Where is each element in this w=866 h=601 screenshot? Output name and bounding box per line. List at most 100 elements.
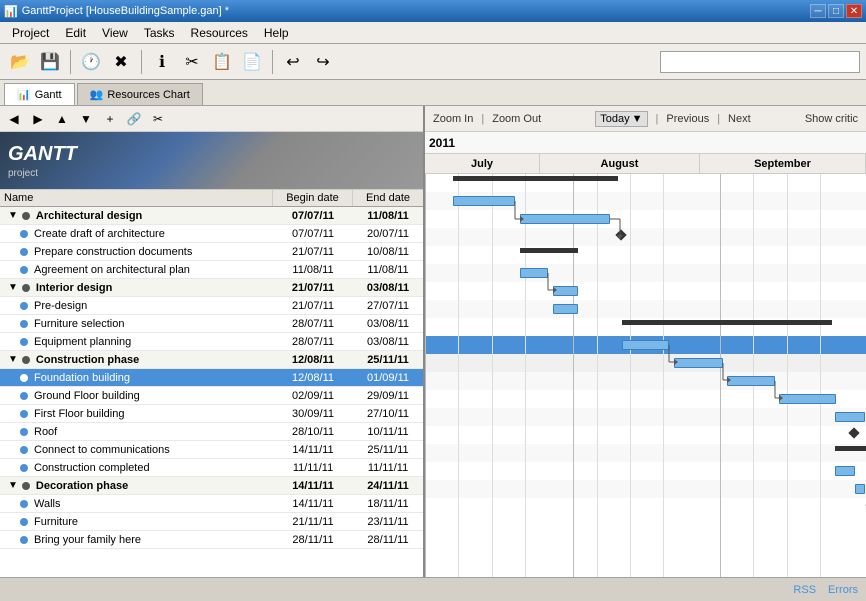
paste-button[interactable]: 📄	[238, 48, 266, 76]
table-row[interactable]: Roof 28/10/11 10/11/11	[0, 423, 423, 441]
table-row[interactable]: Construction completed 11/11/11 11/11/11	[0, 459, 423, 477]
forward-button[interactable]: ▶	[28, 109, 48, 129]
save-button[interactable]: 💾	[36, 48, 64, 76]
toolbar-separator-1	[70, 50, 71, 74]
rss-link[interactable]: RSS	[793, 584, 816, 596]
task-dot	[20, 500, 28, 508]
table-row[interactable]: Pre-design 21/07/11 27/07/11	[0, 297, 423, 315]
down-button[interactable]: ▼	[76, 109, 96, 129]
task-end: 27/10/11	[353, 408, 423, 420]
gantt-sep-1: |	[481, 113, 484, 125]
task-name: First Floor building	[34, 408, 124, 420]
search-input[interactable]	[660, 51, 860, 73]
up-button[interactable]: ▲	[52, 109, 72, 129]
task-name: Connect to communications	[34, 444, 170, 456]
task-dot	[22, 356, 30, 364]
today-dropdown[interactable]: Today ▼	[595, 111, 647, 127]
table-row[interactable]: ▼ Architectural design 07/07/11 11/08/11	[0, 207, 423, 225]
status-bar: RSS Errors	[0, 577, 866, 601]
task-dot	[20, 374, 28, 382]
tabs: 📊 Gantt 👥 Resources Chart	[0, 80, 866, 106]
table-row[interactable]: ▼ Decoration phase 14/11/11 24/11/11	[0, 477, 423, 495]
gantt-year: 2011	[425, 132, 866, 154]
task-end: 25/11/11	[353, 444, 423, 456]
task-end: 03/08/11	[353, 318, 423, 330]
gantt-tab-label: Gantt	[35, 89, 62, 101]
gantt-bar-first-floor	[727, 376, 775, 386]
table-row[interactable]: Ground Floor building 02/09/11 29/09/11	[0, 387, 423, 405]
table-row[interactable]: ▼ Construction phase 12/08/11 25/11/11	[0, 351, 423, 369]
link-button[interactable]: 🔗	[124, 109, 144, 129]
table-row[interactable]: Furniture selection 28/07/11 03/08/11	[0, 315, 423, 333]
task-name: Furniture selection	[34, 318, 125, 330]
table-row[interactable]: Walls 14/11/11 18/11/11	[0, 495, 423, 513]
errors-link[interactable]: Errors	[828, 584, 858, 596]
collapse-icon[interactable]: ▼	[8, 210, 18, 221]
gantt-bar-furniture	[855, 484, 865, 494]
tab-gantt[interactable]: 📊 Gantt	[4, 83, 75, 105]
table-row[interactable]: First Floor building 30/09/11 27/10/11	[0, 405, 423, 423]
tab-resources[interactable]: 👥 Resources Chart	[77, 83, 203, 105]
task-end: 03/08/11	[353, 282, 423, 294]
clock-button[interactable]: 🕐	[77, 48, 105, 76]
table-row[interactable]: Foundation building 12/08/11 01/09/11	[0, 369, 423, 387]
undo-button[interactable]: ↩	[279, 48, 307, 76]
table-row[interactable]: Prepare construction documents 21/07/11 …	[0, 243, 423, 261]
title-bar-controls: ─ □ ✕	[810, 4, 862, 18]
grid-line	[492, 174, 493, 577]
next-button[interactable]: Next	[728, 113, 751, 125]
zoom-out-button[interactable]: Zoom Out	[492, 113, 541, 125]
table-row[interactable]: Create draft of architecture 07/07/11 20…	[0, 225, 423, 243]
delete-button[interactable]: ✖	[107, 48, 135, 76]
task-name: Equipment planning	[34, 336, 131, 348]
open-button[interactable]: 📂	[6, 48, 34, 76]
sub-toolbar: ◀ ▶ ▲ ▼ + 🔗 ✂	[0, 106, 423, 132]
month-july: July	[425, 154, 540, 173]
menu-item-view[interactable]: View	[94, 24, 136, 42]
task-begin: 21/11/11	[273, 516, 353, 528]
show-critical-button[interactable]: Show critic	[805, 113, 858, 125]
task-begin: 28/07/11	[273, 336, 353, 348]
year-label: 2011	[429, 136, 455, 150]
table-row[interactable]: Equipment planning 28/07/11 03/08/11	[0, 333, 423, 351]
title-bar: 📊 GanttProject [HouseBuildingSample.gan]…	[0, 0, 866, 22]
close-button[interactable]: ✕	[846, 4, 862, 18]
previous-button[interactable]: Previous	[666, 113, 709, 125]
dropdown-arrow-icon: ▼	[632, 113, 643, 125]
table-row[interactable]: Agreement on architectural plan 11/08/11…	[0, 261, 423, 279]
table-row[interactable]: ▼ Interior design 21/07/11 03/08/11	[0, 279, 423, 297]
copy-button[interactable]: 📋	[208, 48, 236, 76]
info-button[interactable]: ℹ	[148, 48, 176, 76]
task-dot	[20, 320, 28, 328]
cut-button[interactable]: ✂	[178, 48, 206, 76]
task-begin: 28/11/11	[273, 534, 353, 546]
gantt-sep-2: |	[656, 113, 659, 125]
gantt-bar-arch-design	[453, 176, 618, 181]
back-button[interactable]: ◀	[4, 109, 24, 129]
task-end: 11/08/11	[353, 264, 423, 276]
collapse-icon[interactable]: ▼	[8, 354, 18, 365]
menu-item-help[interactable]: Help	[256, 24, 297, 42]
redo-button[interactable]: ↪	[309, 48, 337, 76]
add-task-button[interactable]: +	[100, 109, 120, 129]
task-name: Decoration phase	[36, 480, 128, 492]
collapse-icon[interactable]: ▼	[8, 480, 18, 491]
menu-item-tasks[interactable]: Tasks	[136, 24, 183, 42]
collapse-icon[interactable]: ▼	[8, 282, 18, 293]
gantt-chart-panel: Zoom In | Zoom Out Today ▼ | Previous | …	[425, 106, 866, 577]
col-header-name: Name	[0, 190, 273, 206]
unlink-button[interactable]: ✂	[148, 109, 168, 129]
minimize-button[interactable]: ─	[810, 4, 826, 18]
menu-item-project[interactable]: Project	[4, 24, 57, 42]
menu-item-resources[interactable]: Resources	[183, 24, 256, 42]
table-row[interactable]: Bring your family here 28/11/11 28/11/11	[0, 531, 423, 549]
resources-tab-icon: 👥	[90, 88, 104, 101]
menu-bar: ProjectEditViewTasksResourcesHelp	[0, 22, 866, 44]
table-row[interactable]: Connect to communications 14/11/11 25/11…	[0, 441, 423, 459]
logo-area: GANTT project	[0, 132, 423, 190]
zoom-in-button[interactable]: Zoom In	[433, 113, 473, 125]
grid-line	[597, 174, 598, 577]
maximize-button[interactable]: □	[828, 4, 844, 18]
table-row[interactable]: Furniture 21/11/11 23/11/11	[0, 513, 423, 531]
menu-item-edit[interactable]: Edit	[57, 24, 94, 42]
